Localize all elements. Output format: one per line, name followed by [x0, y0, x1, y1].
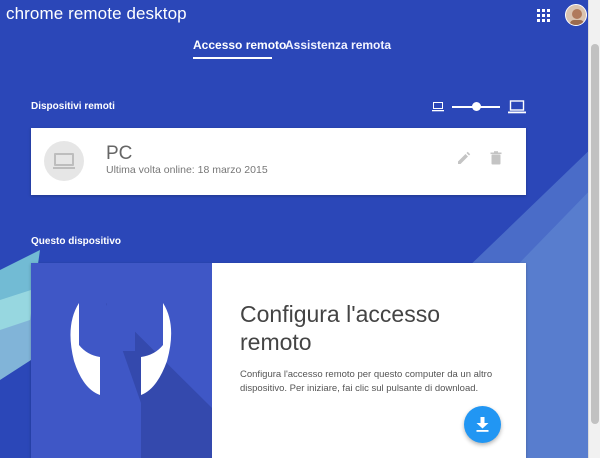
app-title: chrome remote desktop: [6, 4, 187, 23]
tab-accesso-remoto[interactable]: Accesso remoto: [193, 38, 286, 52]
apps-grid-icon[interactable]: [537, 9, 551, 23]
setup-card: Configura l'accesso remoto Configura l'a…: [31, 263, 526, 458]
device-thumbnail: [44, 141, 84, 181]
setup-hero-panel: [31, 263, 212, 458]
setup-description: Configura l'accesso remoto per questo co…: [240, 369, 493, 394]
device-name: PC: [106, 143, 133, 164]
wrench-icon: [70, 303, 212, 458]
slider-knob[interactable]: [472, 102, 481, 111]
small-laptop-icon[interactable]: [432, 102, 444, 112]
computer-icon: [53, 153, 75, 169]
scrollbar-thumb[interactable]: [591, 44, 599, 424]
download-icon: [476, 417, 489, 432]
large-laptop-icon[interactable]: [508, 100, 526, 114]
delete-trash-icon[interactable]: [488, 150, 504, 166]
edit-pencil-icon[interactable]: [456, 150, 472, 166]
section-label-remote-devices: Dispositivi remoti: [31, 101, 115, 112]
device-last-online: Ultima volta online: 18 marzo 2015: [106, 164, 268, 176]
active-tab-indicator: [193, 57, 272, 59]
download-button[interactable]: [464, 406, 501, 443]
setup-title: Configura l'accesso remoto: [240, 301, 440, 355]
size-slider[interactable]: [432, 99, 528, 115]
device-card-pc[interactable]: PC Ultima volta online: 18 marzo 2015: [31, 128, 526, 195]
avatar[interactable]: [565, 4, 587, 26]
tab-assistenza-remota[interactable]: Assistenza remota: [285, 38, 391, 52]
scrollbar[interactable]: [588, 0, 600, 458]
section-label-this-device: Questo dispositivo: [31, 236, 122, 247]
